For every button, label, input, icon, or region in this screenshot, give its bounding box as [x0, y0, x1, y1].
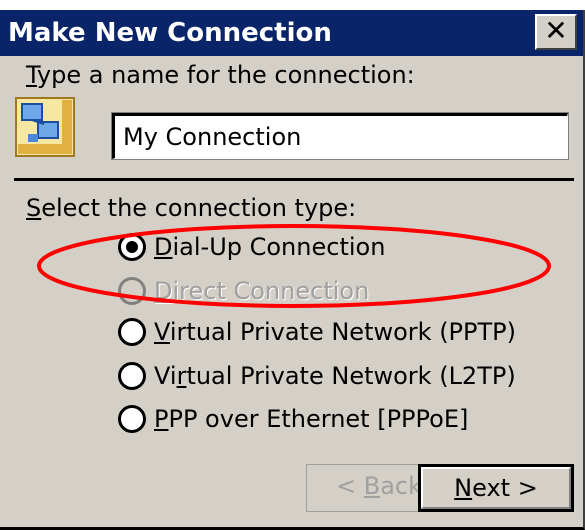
radio-vpn-l2tp-label: Virtual Private Network (L2TP): [154, 361, 516, 391]
label-post: ial-Up Connection: [172, 233, 386, 261]
label-accel: D: [154, 233, 173, 261]
dialog-title: Make New Connection: [8, 18, 332, 48]
label-post: irect Connection: [172, 277, 370, 305]
section-divider: [14, 178, 574, 181]
radio-vpn-l2tp[interactable]: Virtual Private Network (L2TP): [118, 358, 516, 394]
label-accel: P: [154, 405, 169, 433]
radio-dial-up-label: Dial-Up Connection: [154, 232, 385, 262]
label-post: irtual Private Network (PPTP): [169, 318, 516, 346]
radio-pppoe-label: PPP over Ethernet [PPPoE]: [154, 404, 468, 434]
radio-pppoe-control[interactable]: [118, 405, 146, 433]
type-prompt-text: elect the connection type:: [41, 194, 357, 222]
type-prompt-accel: S: [26, 194, 42, 222]
label-accel: V: [154, 318, 170, 346]
radio-vpn-l2tp-control[interactable]: [118, 362, 146, 390]
label-pre: Vi: [154, 362, 177, 390]
make-new-connection-dialog: Make New Connection ✕ Type a name for th…: [0, 0, 585, 530]
network-connection-icon: [14, 96, 78, 160]
radio-dial-up-control[interactable]: [118, 233, 146, 261]
name-prompt-text: ype a name for the connection:: [36, 61, 415, 89]
radio-pppoe[interactable]: PPP over Ethernet [PPPoE]: [118, 401, 468, 437]
back-post: ack: [380, 472, 423, 500]
label-accel: r: [176, 362, 187, 390]
radio-vpn-pptp-control[interactable]: [118, 318, 146, 346]
label-accel: D: [154, 277, 173, 305]
radio-direct: Direct Connection: [118, 273, 369, 309]
type-prompt: Select the connection type:: [26, 193, 356, 223]
next-accel: N: [454, 474, 473, 502]
radio-dial-up[interactable]: Dial-Up Connection: [118, 229, 385, 265]
connection-name-field[interactable]: My Connection: [111, 112, 569, 160]
radio-vpn-pptp-label: Virtual Private Network (PPTP): [154, 317, 516, 347]
radio-direct-label: Direct Connection: [154, 276, 369, 306]
next-button-face: Next >: [421, 467, 571, 509]
name-prompt: Type a name for the connection:: [26, 60, 415, 90]
back-accel: B: [363, 472, 381, 500]
close-button[interactable]: ✕: [535, 14, 577, 50]
label-post: PP over Ethernet [PPPoE]: [168, 405, 469, 433]
radio-vpn-pptp[interactable]: Virtual Private Network (PPTP): [118, 314, 516, 350]
top-strip: [0, 0, 585, 10]
title-bar[interactable]: Make New Connection ✕: [0, 10, 583, 56]
next-post: ext >: [472, 474, 538, 502]
label-post: tual Private Network (L2TP): [186, 362, 516, 390]
back-pre: <: [335, 472, 364, 500]
close-icon: ✕: [544, 14, 568, 47]
name-prompt-accel: T: [26, 61, 37, 89]
radio-direct-control: [118, 277, 146, 305]
next-button[interactable]: Next >: [418, 464, 574, 512]
